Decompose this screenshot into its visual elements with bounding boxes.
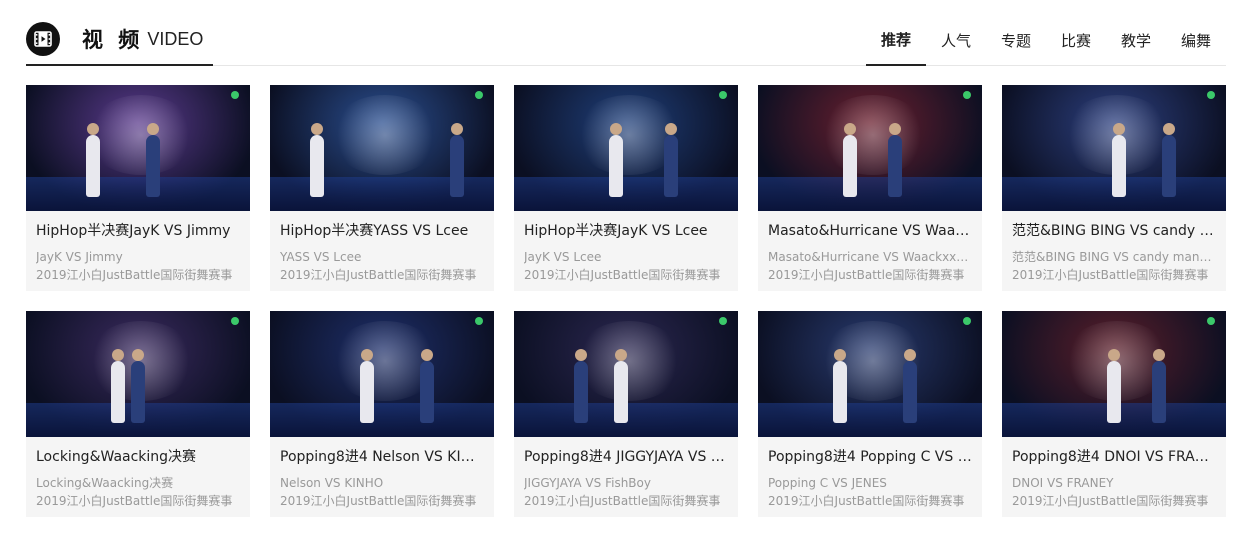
video-title[interactable]: HipHop半决赛JayK VS Lcee: [524, 220, 728, 242]
video-source: 2019江小白JustBattle国际街舞赛事: [1012, 268, 1209, 282]
film-icon: [26, 22, 60, 56]
video-thumbnail[interactable]: [514, 85, 738, 211]
video-subtitle: YASS VS Lcee: [280, 250, 362, 264]
video-info: Popping8进4 DNOI VS FRANEY DNOI VS FRANEY 2…: [1002, 437, 1226, 510]
video-source: 2019江小白JustBattle国际街舞赛事: [524, 494, 721, 508]
video-title[interactable]: HipHop半决赛YASS VS Lcee: [280, 220, 484, 242]
tencent-video-icon: [1207, 91, 1218, 99]
video-source: 2019江小白JustBattle国际街舞赛事: [36, 494, 233, 508]
video-source: 2019江小白JustBattle国际街舞赛事: [280, 494, 477, 508]
video-thumbnail[interactable]: [1002, 311, 1226, 437]
video-source: 2019江小白JustBattle国际街舞赛事: [280, 268, 477, 282]
video-subtitle: Popping C VS JENES: [768, 476, 887, 490]
video-card[interactable]: HipHop半决赛JayK VS Jimmy JayK VS Jimmy 2019江…: [26, 85, 250, 291]
video-info: Popping8进4 Nelson VS KINHO Nelson VS KINH…: [270, 437, 494, 510]
video-thumbnail[interactable]: [270, 85, 494, 211]
video-thumbnail[interactable]: [758, 311, 982, 437]
section-header: 视 频 VIDEO 推荐 人气 专题 比赛 教学 编舞: [26, 14, 1226, 66]
video-card[interactable]: 范范&BING BING VS candy man&Madoki 范范&BING …: [1002, 85, 1226, 291]
tab-recommended[interactable]: 推荐: [866, 14, 926, 66]
tencent-video-icon: [475, 317, 486, 325]
tab-popular[interactable]: 人气: [926, 14, 986, 66]
video-subtitle: Nelson VS KINHO: [280, 476, 384, 490]
video-title[interactable]: HipHop半决赛JayK VS Jimmy: [36, 220, 240, 242]
tab-choreography[interactable]: 编舞: [1166, 14, 1226, 66]
video-title[interactable]: Locking&Waacking决赛: [36, 446, 240, 468]
category-tabs: 推荐 人气 专题 比赛 教学 编舞: [866, 14, 1226, 66]
video-thumbnail[interactable]: [26, 311, 250, 437]
tab-topics[interactable]: 专题: [986, 14, 1046, 66]
video-source: 2019江小白JustBattle国际街舞赛事: [36, 268, 233, 282]
video-source: 2019江小白JustBattle国际街舞赛事: [768, 268, 965, 282]
video-card[interactable]: Popping8进4 JIGGYJAYA VS FishBoy JIGGYJAYA…: [514, 311, 738, 517]
video-subtitle: Masato&Hurricane VS Waackxxxy&Kaori: [768, 250, 972, 264]
video-title[interactable]: Popping8进4 JIGGYJAYA VS FishBoy: [524, 446, 728, 468]
video-card[interactable]: HipHop半决赛YASS VS Lcee YASS VS Lcee 2019江小白…: [270, 85, 494, 291]
video-subtitle: DNOI VS FRANEY: [1012, 476, 1114, 490]
tencent-video-icon: [963, 91, 974, 99]
video-info: Popping8进4 JIGGYJAYA VS FishBoy JIGGYJAYA…: [514, 437, 738, 510]
video-subtitle: Locking&Waacking决赛: [36, 476, 174, 490]
section-brand: 视 频 VIDEO: [26, 14, 213, 66]
tencent-video-icon: [719, 317, 730, 325]
video-card[interactable]: Masato&Hurricane VS Waackxxxy&Kaori Masat…: [758, 85, 982, 291]
tab-tutorials[interactable]: 教学: [1106, 14, 1166, 66]
video-info: HipHop半决赛JayK VS Jimmy JayK VS Jimmy 2019江…: [26, 211, 250, 284]
video-info: HipHop半决赛JayK VS Lcee JayK VS Lcee 2019江小白…: [514, 211, 738, 284]
video-subtitle: JayK VS Jimmy: [36, 250, 123, 264]
tencent-video-icon: [475, 91, 486, 99]
video-card[interactable]: HipHop半决赛JayK VS Lcee JayK VS Lcee 2019江小白…: [514, 85, 738, 291]
video-info: Popping8进4 Popping C VS JENES Popping C V…: [758, 437, 982, 510]
video-subtitle: JayK VS Lcee: [524, 250, 602, 264]
video-title[interactable]: Popping8进4 DNOI VS FRANEY: [1012, 446, 1216, 468]
video-title[interactable]: 范范&BING BING VS candy man&Madoki: [1012, 220, 1216, 242]
tencent-video-icon: [231, 91, 242, 99]
video-card[interactable]: Popping8进4 Popping C VS JENES Popping C V…: [758, 311, 982, 517]
tencent-video-icon: [719, 91, 730, 99]
tencent-video-icon: [963, 317, 974, 325]
video-grid: HipHop半决赛JayK VS Jimmy JayK VS Jimmy 2019江…: [26, 85, 1226, 517]
section-title-en: VIDEO: [147, 28, 204, 49]
video-info: HipHop半决赛YASS VS Lcee YASS VS Lcee 2019江小白…: [270, 211, 494, 284]
section-title-cn: 视 频: [82, 28, 144, 52]
video-card[interactable]: Locking&Waacking决赛 Locking&Waacking决赛 2019…: [26, 311, 250, 517]
video-info: 范范&BING BING VS candy man&Madoki 范范&BING …: [1002, 211, 1226, 284]
video-title[interactable]: Popping8进4 Nelson VS KINHO: [280, 446, 484, 468]
video-info: Locking&Waacking决赛 Locking&Waacking决赛 2019…: [26, 437, 250, 510]
video-thumbnail[interactable]: [26, 85, 250, 211]
video-thumbnail[interactable]: [758, 85, 982, 211]
video-card[interactable]: Popping8进4 Nelson VS KINHO Nelson VS KINH…: [270, 311, 494, 517]
video-title[interactable]: Masato&Hurricane VS Waackxxxy&Kaori: [768, 220, 972, 242]
video-subtitle: 范范&BING BING VS candy man&Madoki: [1012, 250, 1216, 264]
video-subtitle: JIGGYJAYA VS FishBoy: [524, 476, 651, 490]
video-title[interactable]: Popping8进4 Popping C VS JENES: [768, 446, 972, 468]
video-card[interactable]: Popping8进4 DNOI VS FRANEY DNOI VS FRANEY 2…: [1002, 311, 1226, 517]
tab-competitions[interactable]: 比赛: [1046, 14, 1106, 66]
video-thumbnail[interactable]: [1002, 85, 1226, 211]
tencent-video-icon: [1207, 317, 1218, 325]
tencent-video-icon: [231, 317, 242, 325]
video-source: 2019江小白JustBattle国际街舞赛事: [524, 268, 721, 282]
video-source: 2019江小白JustBattle国际街舞赛事: [1012, 494, 1209, 508]
video-source: 2019江小白JustBattle国际街舞赛事: [768, 494, 965, 508]
video-info: Masato&Hurricane VS Waackxxxy&Kaori Masat…: [758, 211, 982, 284]
video-thumbnail[interactable]: [514, 311, 738, 437]
video-thumbnail[interactable]: [270, 311, 494, 437]
